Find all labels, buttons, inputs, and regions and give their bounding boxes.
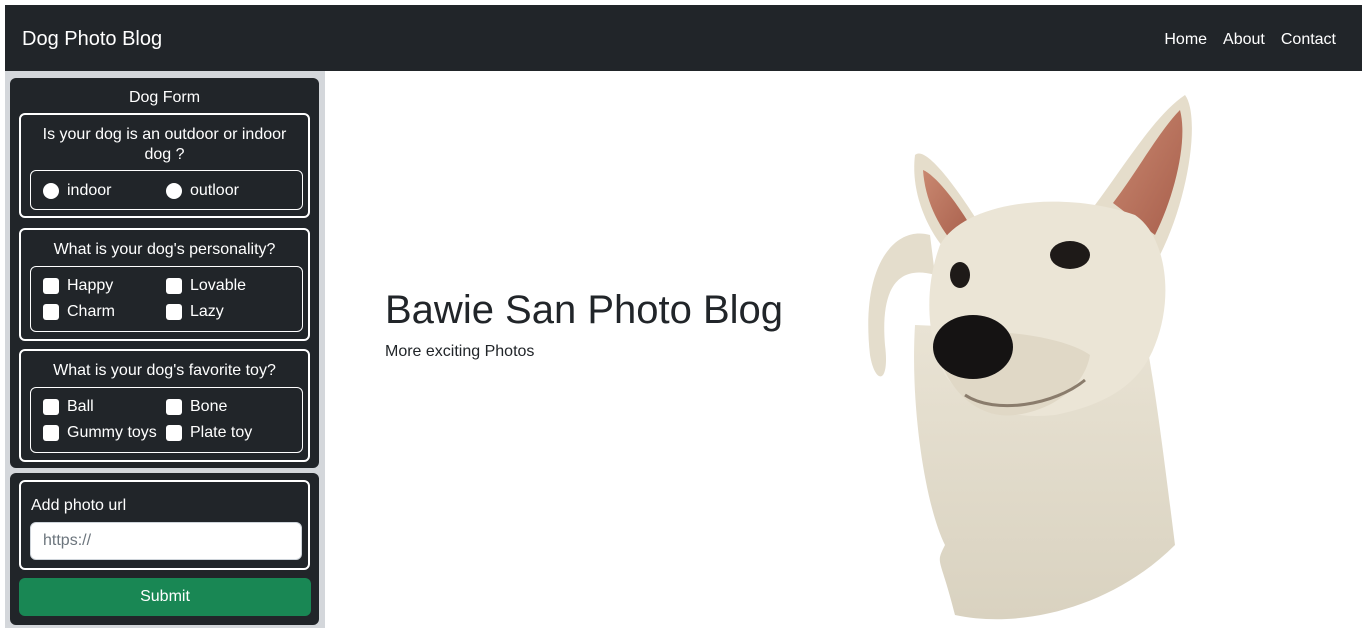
checkbox-lovable-label: Lovable [190, 277, 247, 294]
checkbox-ball-label: Ball [67, 398, 94, 415]
checkbox-lazy-label: Lazy [190, 303, 224, 320]
checkbox-ball[interactable]: Ball [43, 397, 94, 417]
radio-indoor[interactable]: indoor [43, 181, 111, 201]
nav-link-home[interactable]: Home [1164, 30, 1207, 50]
photo-url-input[interactable] [30, 522, 302, 560]
hero-title: Bawie San Photo Blog [385, 288, 784, 332]
checkbox-happy-label: Happy [67, 277, 114, 294]
checkbox-lazy[interactable]: Lazy [166, 302, 224, 322]
nav-links: Home About Contact [1164, 30, 1336, 50]
checkbox-lovable-box[interactable] [166, 278, 182, 294]
favorite-toy-group: What is your dog's favorite toy? Ball Bo… [19, 349, 310, 462]
radio-outloor-label: outloor [190, 182, 239, 199]
checkbox-charm-label: Charm [67, 303, 116, 320]
photo-url-group: Add photo url [19, 480, 310, 570]
checkbox-plate-toy-box[interactable] [166, 425, 182, 441]
nav-link-about[interactable]: About [1223, 30, 1265, 50]
checkbox-ball-box[interactable] [43, 399, 59, 415]
nav-link-contact[interactable]: Contact [1281, 30, 1336, 50]
dog-left-eye [950, 262, 970, 288]
outdoor-indoor-question: Is your dog is an outdoor or indoor dog … [42, 126, 287, 163]
personality-options: Happy Lovable Charm Lazy [30, 266, 303, 332]
checkbox-plate-toy-label: Plate toy [190, 424, 253, 441]
checkbox-charm-box[interactable] [43, 304, 59, 320]
submit-button[interactable]: Submit [19, 578, 311, 616]
radio-outloor[interactable]: outloor [166, 181, 239, 201]
personality-group: What is your dog's personality? Happy Lo… [19, 228, 310, 341]
form-title: Dog Form [128, 89, 201, 106]
favorite-toy-options: Ball Bone Gummy toys Plate toy [30, 387, 303, 453]
checkbox-lovable[interactable]: Lovable [166, 276, 246, 296]
checkbox-bone-box[interactable] [166, 399, 182, 415]
radio-outloor-circle[interactable] [166, 183, 182, 199]
brand-title[interactable]: Dog Photo Blog [22, 27, 162, 51]
photo-url-label: Add photo url [31, 497, 127, 514]
navbar: Dog Photo Blog Home About Contact [5, 5, 1362, 71]
outdoor-indoor-options: indoor outloor [30, 170, 303, 210]
dog-photo-image [868, 95, 1192, 620]
checkbox-happy-box[interactable] [43, 278, 59, 294]
checkbox-lazy-box[interactable] [166, 304, 182, 320]
checkbox-gummy-toys-label: Gummy toys [67, 424, 157, 441]
radio-indoor-circle[interactable] [43, 183, 59, 199]
page: Dog Photo Blog Home About Contact Dog Fo… [5, 5, 1362, 628]
checkbox-gummy-toys-box[interactable] [43, 425, 59, 441]
outdoor-indoor-group: Is your dog is an outdoor or indoor dog … [19, 113, 310, 218]
hero-subtitle: More exciting Photos [385, 343, 535, 360]
dog-right-eye [1050, 241, 1090, 269]
checkbox-gummy-toys[interactable]: Gummy toys [43, 423, 157, 443]
checkbox-bone[interactable]: Bone [166, 397, 227, 417]
checkbox-happy[interactable]: Happy [43, 276, 113, 296]
favorite-toy-question: What is your dog's favorite toy? [53, 362, 276, 379]
personality-question: What is your dog's personality? [53, 241, 276, 258]
radio-indoor-label: indoor [67, 182, 112, 199]
dog-nose [933, 315, 1013, 379]
checkbox-bone-label: Bone [190, 398, 228, 415]
checkbox-plate-toy[interactable]: Plate toy [166, 423, 252, 443]
checkbox-charm[interactable]: Charm [43, 302, 115, 322]
